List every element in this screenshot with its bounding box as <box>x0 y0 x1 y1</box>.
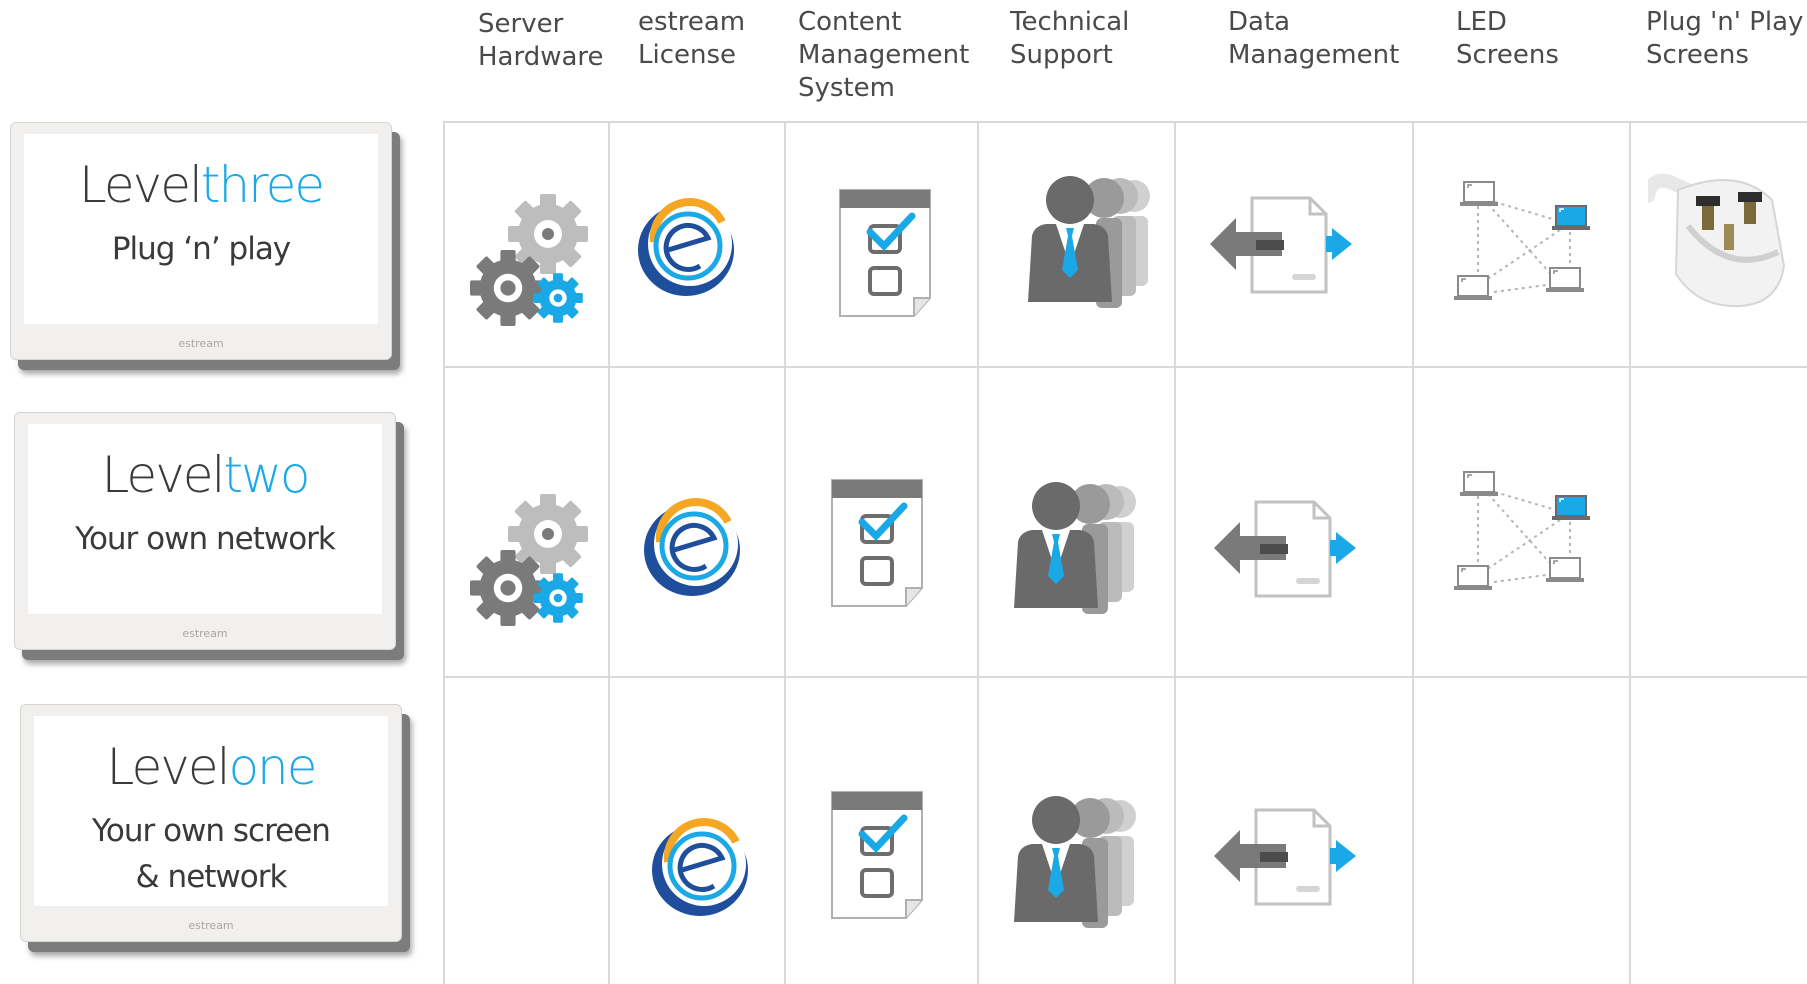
checklist-document-icon <box>830 186 940 322</box>
checklist-document-icon <box>822 788 932 924</box>
grid-column-divider <box>608 121 610 984</box>
grid-column-divider <box>784 121 786 984</box>
column-header-data-management: Data Management <box>1228 7 1400 70</box>
estream-screen-logo: estream <box>178 337 224 350</box>
column-header-led-screens: LED Screens <box>1456 7 1559 70</box>
screen-panel: Levelthree Plug ‘n’ play <box>24 134 378 324</box>
grid-column-divider <box>1174 121 1176 984</box>
level-number: one <box>228 738 317 796</box>
estream-screen-logo: estream <box>188 919 234 932</box>
level-word: Level <box>101 446 225 504</box>
support-team-icon <box>1028 176 1150 308</box>
level-word: Level <box>106 738 230 796</box>
level-subtitle: Plug ‘n’ play <box>111 231 291 267</box>
gears-icon <box>466 176 588 326</box>
level-title: Levelthree <box>24 156 378 214</box>
level-one-screen: Levelone Your own screen & network estre… <box>20 704 402 942</box>
grid-column-divider <box>1629 121 1631 984</box>
grid-row-divider <box>443 121 1807 123</box>
gears-icon <box>466 476 588 626</box>
uk-plug-icon <box>1648 156 1796 316</box>
column-header-content-management-system: Content Management System <box>798 7 970 103</box>
column-header-plug-n-play-screens: Plug 'n' Play Screens <box>1646 7 1804 70</box>
level-title: Levelone <box>34 738 388 796</box>
level-three-screen: Levelthree Plug ‘n’ play estream <box>10 122 392 360</box>
level-subtitle: Your own network <box>75 521 336 557</box>
screen-panel: Levelone Your own screen & network <box>34 716 388 906</box>
support-team-icon <box>1014 796 1136 928</box>
data-transfer-icon <box>1212 500 1358 598</box>
estream-logo-icon <box>648 812 758 924</box>
estream-logo-icon <box>640 492 750 604</box>
grid-column-divider <box>977 121 979 984</box>
grid-column-divider <box>1412 121 1414 984</box>
grid-row-divider <box>443 366 1807 368</box>
data-transfer-icon <box>1212 808 1358 906</box>
screen-panel: Leveltwo Your own network <box>28 424 382 614</box>
estream-screen-logo: estream <box>182 627 228 640</box>
data-transfer-icon <box>1208 196 1354 294</box>
level-title: Leveltwo <box>28 446 382 504</box>
level-number: three <box>200 156 325 214</box>
grid-row-divider <box>443 676 1807 678</box>
support-team-icon <box>1014 482 1136 614</box>
checklist-document-icon <box>822 476 932 612</box>
grid-column-divider <box>443 121 445 984</box>
column-header-estream-license: estream License <box>638 7 746 70</box>
estream-logo-icon <box>634 192 744 304</box>
level-number: two <box>223 446 310 504</box>
level-word: Level <box>78 156 203 214</box>
column-header-server-hardware: Server Hardware <box>478 9 604 72</box>
level-subtitle: Your own screen & network <box>92 813 331 895</box>
network-laptops-icon <box>1448 466 1598 602</box>
level-two-screen: Leveltwo Your own network estream <box>14 412 396 650</box>
column-header-technical-support: Technical Support <box>1010 7 1130 70</box>
network-laptops-icon <box>1448 176 1598 312</box>
